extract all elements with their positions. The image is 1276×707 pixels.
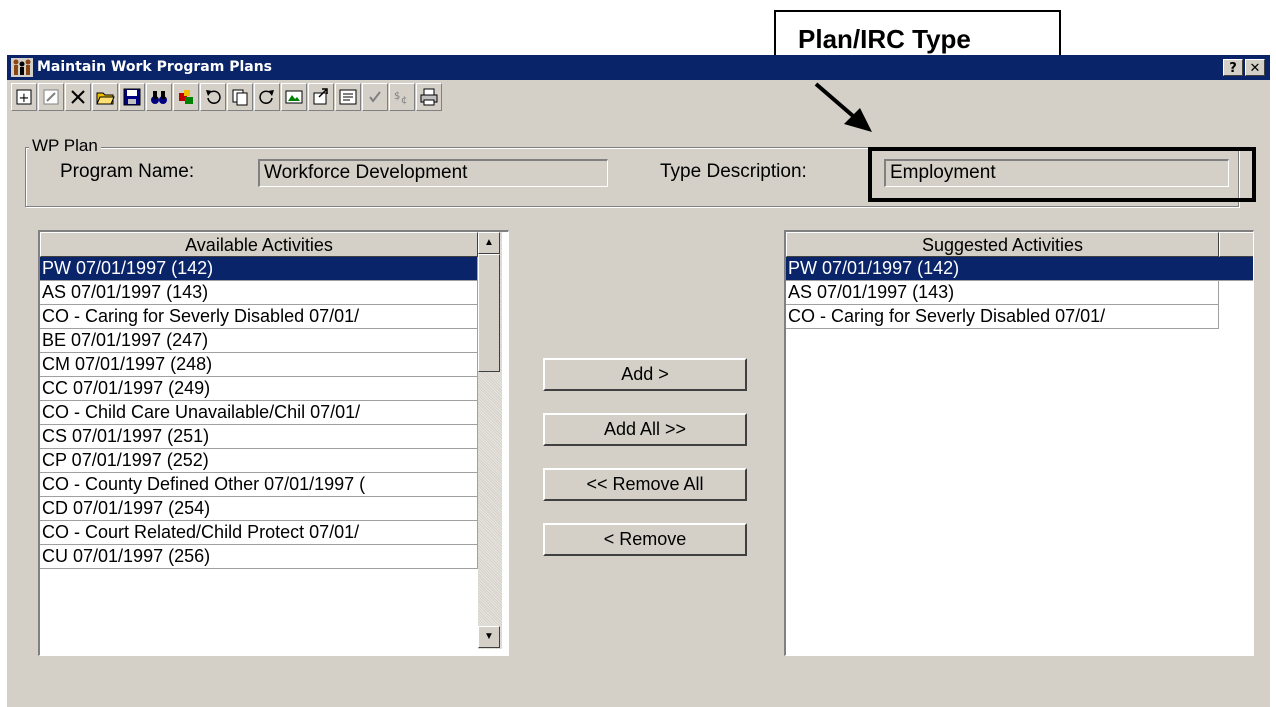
help-button[interactable]: ? [1223,59,1243,76]
scroll-up-icon[interactable]: ▲ [478,232,500,254]
type-description-label: Type Description: [660,161,807,182]
list-item[interactable]: CO - Caring for Severly Disabled 07/01/ [40,305,478,329]
remove-button[interactable]: < Remove [543,523,747,556]
list-item[interactable]: PW 07/01/1997 (142) [786,257,1253,281]
export-icon[interactable] [308,83,334,111]
delete-icon[interactable] [65,83,91,111]
wp-plan-label: WP Plan [29,136,101,156]
annotation-highlight-box [868,147,1256,202]
add-all-button[interactable]: Add All >> [543,413,747,446]
available-activities-list[interactable]: Available Activities PW 07/01/1997 (142)… [38,230,509,656]
binoculars-icon[interactable] [146,83,172,111]
suggested-activities-header[interactable]: Suggested Activities [786,232,1219,257]
open-folder-icon[interactable] [92,83,118,111]
list-item[interactable]: BE 07/01/1997 (247) [40,329,478,353]
suggested-activities-list[interactable]: Suggested Activities PW 07/01/1997 (142)… [784,230,1254,656]
copy-icon[interactable] [227,83,253,111]
save-icon[interactable] [119,83,145,111]
redo-icon[interactable] [254,83,280,111]
list-item[interactable]: CD 07/01/1997 (254) [40,497,478,521]
available-scrollbar[interactable]: ▲ ▼ [478,232,502,649]
close-button[interactable]: ✕ [1245,59,1265,76]
program-name-label: Program Name: [60,161,195,182]
add-button[interactable]: Add > [543,358,747,391]
list-item[interactable]: CO - County Defined Other 07/01/1997 ( [40,473,478,497]
people-icon [11,58,33,77]
list-item[interactable]: AS 07/01/1997 (143) [40,281,478,305]
edit-icon[interactable] [38,83,64,111]
list-item[interactable]: CO - Court Related/Child Protect 07/01/ [40,521,478,545]
suggested-activities-rows: PW 07/01/1997 (142) AS 07/01/1997 (143) … [786,257,1253,329]
list-item[interactable]: CP 07/01/1997 (252) [40,449,478,473]
title-bar: Maintain Work Program Plans ? ✕ [7,55,1270,80]
new-icon[interactable]: + [11,83,37,111]
svg-text:+: + [19,91,30,106]
list-item[interactable]: CC 07/01/1997 (249) [40,377,478,401]
currency-icon[interactable]: $ ¢ [389,83,415,111]
list-item[interactable]: CM 07/01/1997 (248) [40,353,478,377]
list-item[interactable]: CO - Caring for Severly Disabled 07/01/ [786,305,1219,329]
program-name-field[interactable]: Workforce Development [258,159,608,187]
list-item[interactable]: CU 07/01/1997 (256) [40,545,478,569]
suggested-header-filler [1219,232,1253,257]
available-activities-header[interactable]: Available Activities [40,232,478,257]
svg-text:¢: ¢ [401,95,407,106]
notes-icon[interactable] [335,83,361,111]
scroll-down-icon[interactable]: ▼ [478,626,500,648]
toolbar: + $ ¢ [11,83,651,113]
undo-icon[interactable] [200,83,226,111]
available-activities-rows: PW 07/01/1997 (142) AS 07/01/1997 (143) … [40,257,478,569]
image-icon[interactable] [281,83,307,111]
list-item[interactable]: PW 07/01/1997 (142) [40,257,478,281]
puzzle-icon[interactable] [173,83,199,111]
list-item[interactable]: CO - Child Care Unavailable/Chil 07/01/ [40,401,478,425]
print-icon[interactable] [416,83,442,111]
list-item[interactable]: CS 07/01/1997 (251) [40,425,478,449]
check-icon[interactable] [362,83,388,111]
window-title: Maintain Work Program Plans [37,59,272,75]
svg-text:$: $ [394,91,400,102]
annotation-arrow [814,82,872,132]
remove-all-button[interactable]: << Remove All [543,468,747,501]
list-item[interactable]: AS 07/01/1997 (143) [786,281,1219,305]
scroll-thumb[interactable] [478,254,500,372]
